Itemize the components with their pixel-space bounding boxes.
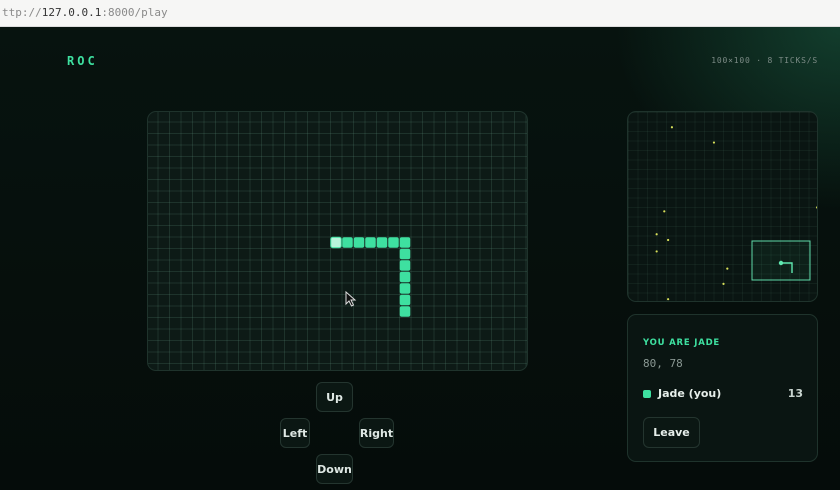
snake-segment bbox=[388, 237, 399, 248]
snake-segment bbox=[353, 237, 365, 248]
board-canvas bbox=[330, 236, 411, 317]
game-app: ROC 100×100 · 8 TICKS/S Up Left Right Do… bbox=[0, 27, 840, 490]
minimap-food-dot bbox=[815, 206, 817, 209]
app-logo: ROC bbox=[67, 54, 98, 68]
mouse-cursor-icon bbox=[345, 291, 357, 307]
url-host: 127.0.0.1 bbox=[41, 6, 102, 19]
snake-segment bbox=[399, 237, 411, 248]
snake-head bbox=[330, 236, 342, 249]
you-are-label: YOU ARE JADE bbox=[643, 338, 721, 348]
minimap bbox=[627, 111, 818, 302]
up-button[interactable]: Up bbox=[316, 382, 353, 412]
minimap-food-dot bbox=[655, 233, 658, 236]
snake-segment bbox=[365, 237, 376, 248]
url-path: :8000/play bbox=[101, 6, 168, 19]
player-name: Jade (you) bbox=[658, 387, 722, 400]
right-button[interactable]: Right bbox=[359, 418, 394, 448]
player-coordinates: 80, 78 bbox=[643, 357, 683, 370]
minimap-canvas bbox=[655, 126, 817, 301]
minimap-food-dot bbox=[712, 141, 716, 144]
player-color-swatch bbox=[643, 390, 651, 398]
minimap-food-dot bbox=[667, 298, 670, 301]
snake-segment bbox=[399, 294, 411, 306]
minimap-food-dot bbox=[663, 210, 666, 213]
snake-segment bbox=[342, 237, 353, 248]
minimap-food-dot bbox=[726, 267, 729, 270]
snake-segment bbox=[399, 260, 411, 271]
world-info: 100×100 · 8 TICKS/S bbox=[711, 56, 818, 65]
status-panel: YOU ARE JADE 80, 78 Jade (you) 13 Leave bbox=[627, 314, 818, 462]
down-button[interactable]: Down bbox=[316, 454, 353, 484]
leave-button[interactable]: Leave bbox=[643, 417, 700, 448]
minimap-food-dot bbox=[670, 126, 674, 129]
snake-segment bbox=[376, 237, 388, 248]
minimap-food-dot bbox=[655, 250, 658, 253]
url-scheme: ttp:// bbox=[2, 6, 42, 19]
snake-segment bbox=[399, 248, 411, 260]
snake-segment bbox=[399, 306, 411, 317]
player-score: 13 bbox=[787, 387, 803, 400]
address-bar[interactable]: ttp://127.0.0.1:8000/play bbox=[0, 0, 840, 27]
snake-segment bbox=[399, 271, 411, 283]
minimap-viewport bbox=[751, 240, 811, 281]
game-board[interactable] bbox=[147, 111, 528, 371]
player-row: Jade (you) 13 bbox=[643, 387, 803, 401]
minimap-food-dot bbox=[667, 238, 670, 242]
left-button[interactable]: Left bbox=[280, 418, 310, 448]
minimap-food-dot bbox=[722, 282, 725, 285]
snake-segment bbox=[399, 283, 411, 294]
